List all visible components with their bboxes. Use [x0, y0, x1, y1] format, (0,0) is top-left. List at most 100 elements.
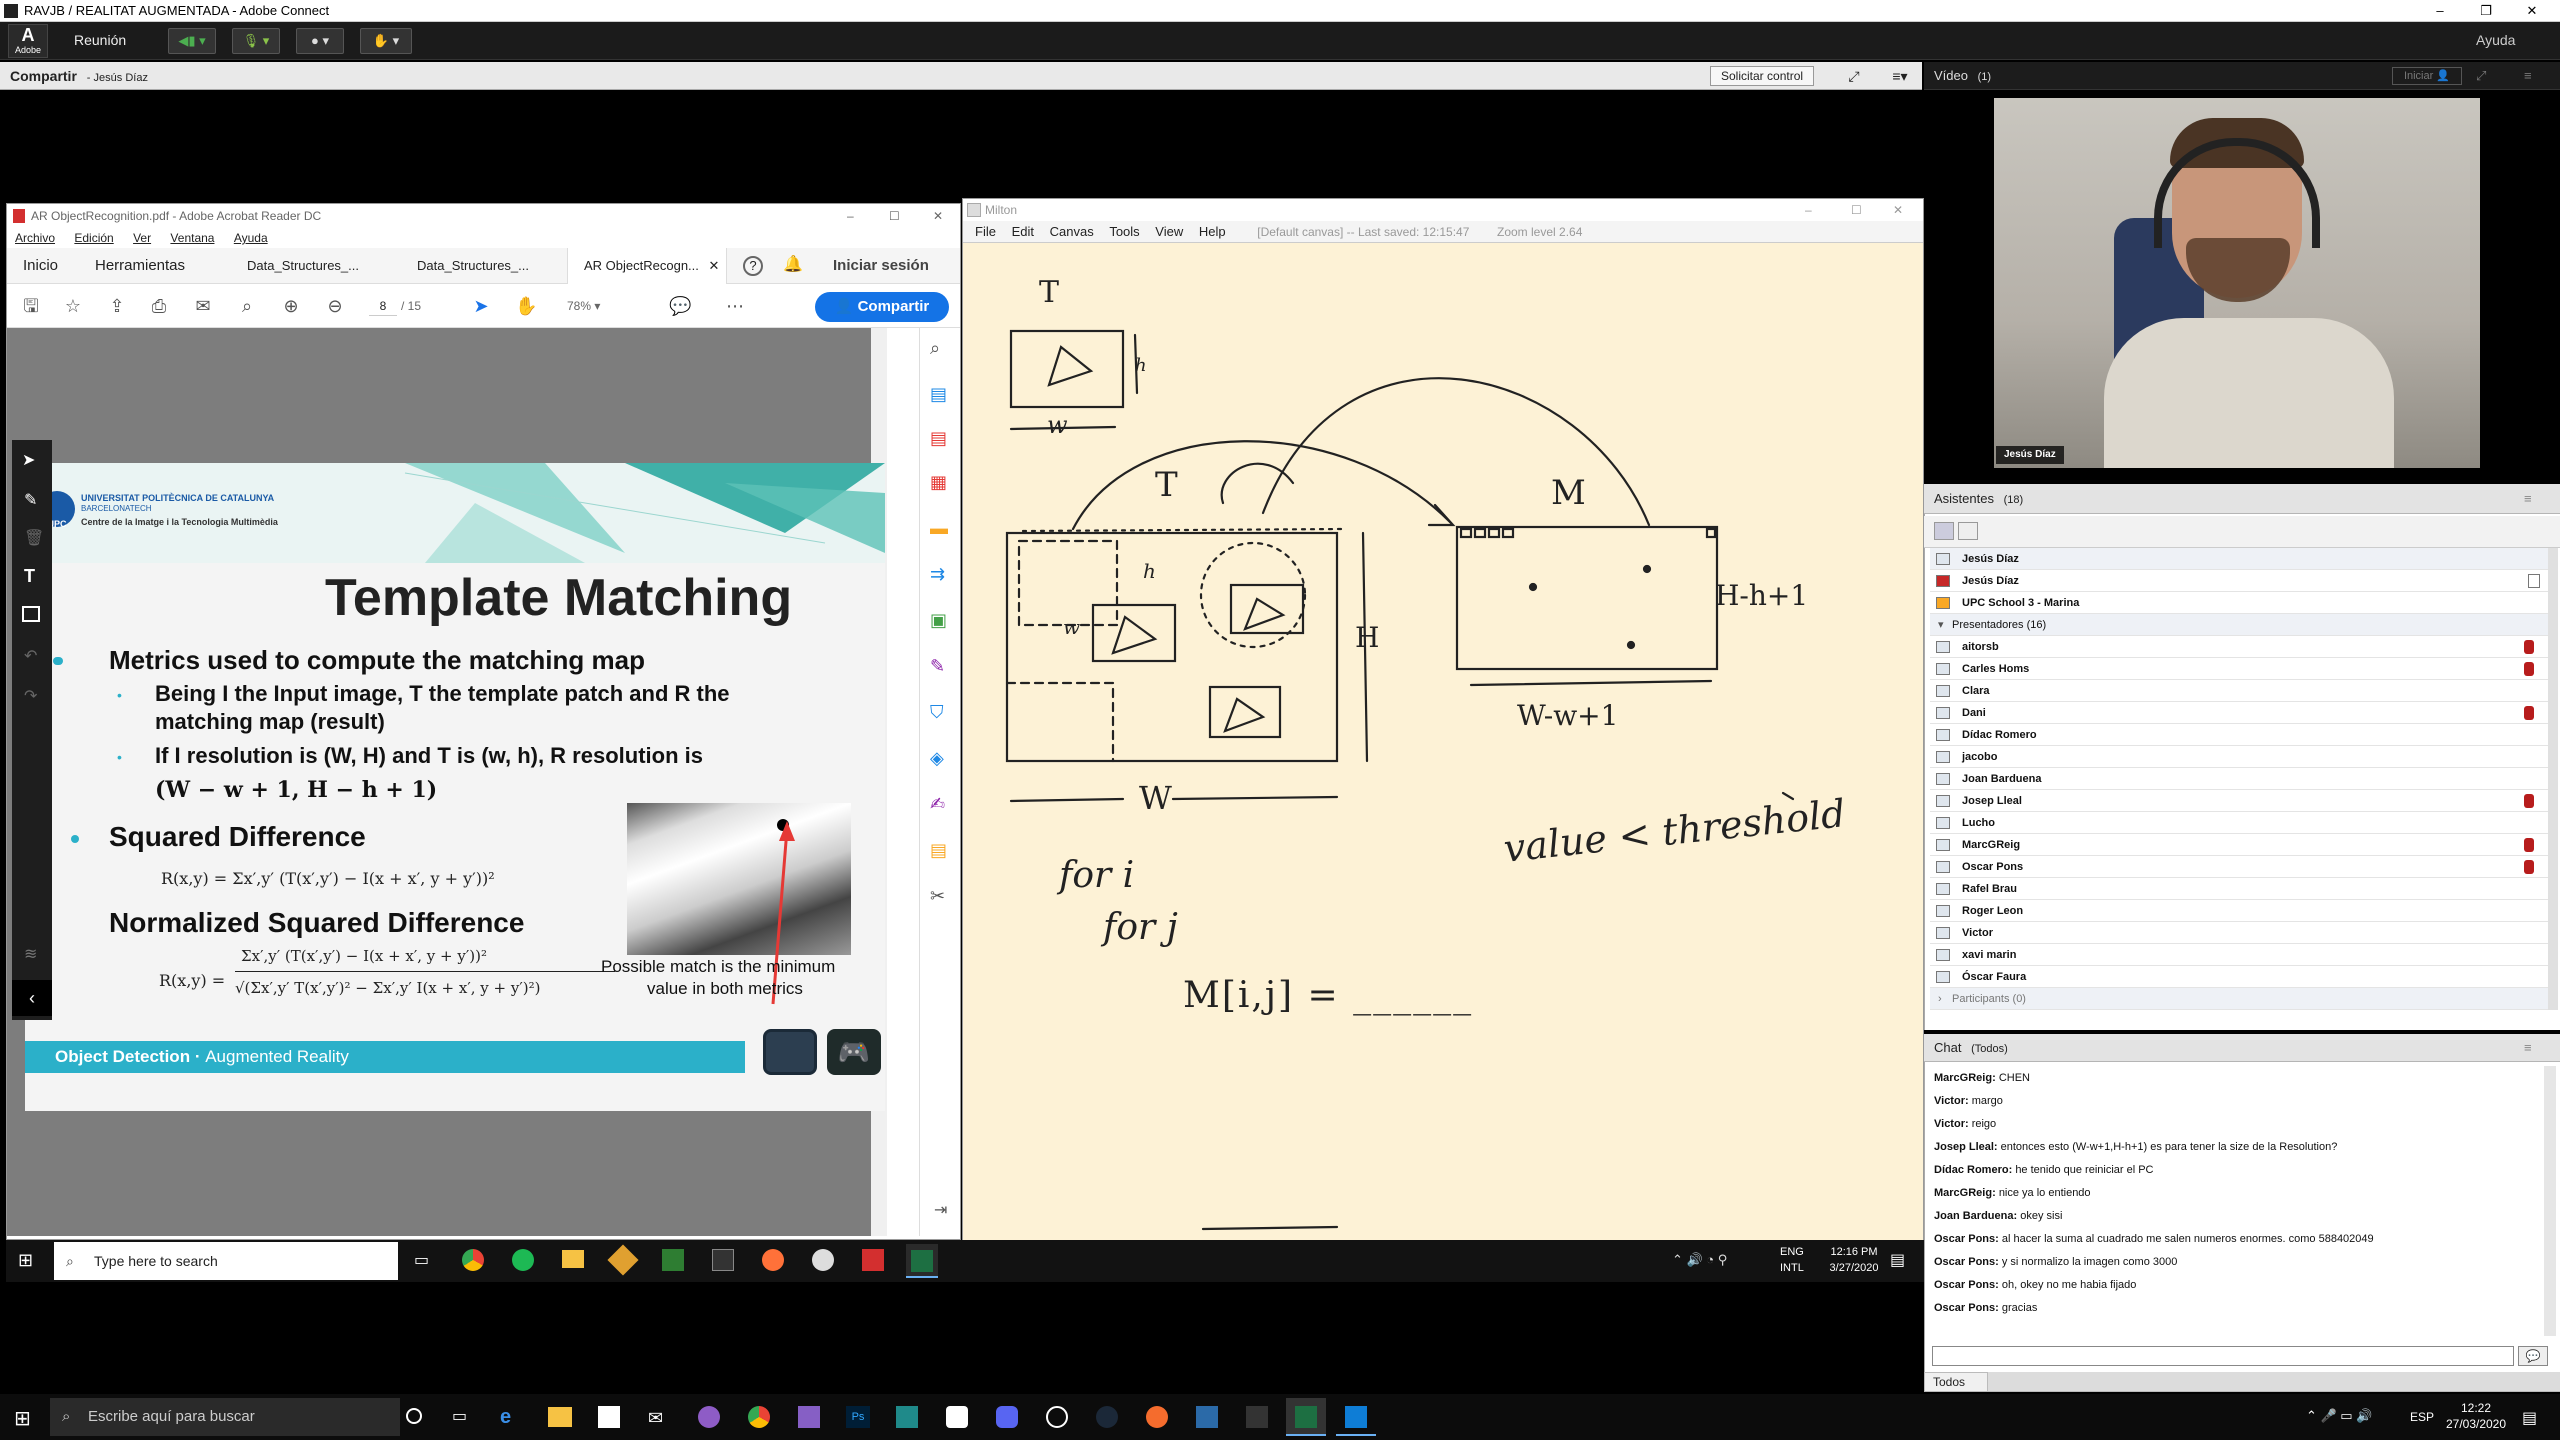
comment-icon[interactable]: 💬	[669, 296, 691, 316]
previous-page-icon[interactable]: ⊕	[281, 296, 301, 316]
bookmark-star-icon[interactable]: ☆	[63, 296, 83, 316]
presenter-row[interactable]: Dani	[1930, 702, 2550, 724]
milton-menu-canvas[interactable]: Canvas	[1050, 224, 1094, 239]
milton-menu-edit[interactable]: Edit	[1012, 224, 1034, 239]
spotify-icon[interactable]	[512, 1249, 534, 1271]
camera-button[interactable]: ● ▾	[296, 28, 344, 54]
chrome-icon[interactable]	[748, 1406, 770, 1428]
acrobat-icon[interactable]	[862, 1249, 884, 1271]
tab-ar-objectrecognition[interactable]: AR ObjectRecogn... ✕	[567, 248, 727, 284]
action-center-icon[interactable]: ▤	[2522, 1408, 2537, 1428]
milton-menu-view[interactable]: View	[1155, 224, 1183, 239]
presenter-row[interactable]: aitorsb	[1930, 636, 2550, 658]
close-tab-icon[interactable]: ✕	[709, 258, 720, 273]
meeting-menu[interactable]: Reunión	[74, 32, 126, 48]
chat-options-icon[interactable]: ≡	[2524, 1034, 2532, 1062]
acrobat-close-button[interactable]: ✕	[933, 204, 943, 228]
chat-scrollbar[interactable]	[2544, 1066, 2556, 1336]
xbox-icon[interactable]	[1046, 1406, 1068, 1428]
speaker-button[interactable]: ◀▮ ▾	[168, 28, 216, 54]
status-view-icon[interactable]	[1958, 522, 1978, 540]
sign-icon[interactable]: ✍	[930, 794, 945, 815]
tab-data-structures-1[interactable]: Data_Structures_...	[247, 248, 359, 284]
text-tool-icon[interactable]: T	[24, 566, 35, 587]
visual-studio-icon[interactable]	[798, 1406, 820, 1428]
bell-icon[interactable]: 🔔	[783, 254, 803, 274]
edge-icon[interactable]: e	[500, 1406, 511, 1429]
tab-herramientas[interactable]: Herramientas	[95, 248, 185, 284]
presenter-row[interactable]: Clara	[1930, 680, 2550, 702]
milton-menu-tools[interactable]: Tools	[1109, 224, 1139, 239]
milton-maximize-button[interactable]: ☐	[1851, 199, 1862, 221]
comment-tool-icon[interactable]: ▬	[930, 518, 948, 539]
tab-data-structures-2[interactable]: Data_Structures_...	[417, 248, 529, 284]
mail-icon[interactable]: ✉	[648, 1408, 663, 1429]
milton-menu-file[interactable]: File	[975, 224, 996, 239]
cortana-icon[interactable]	[406, 1408, 422, 1424]
compress-icon[interactable]: ▣	[930, 610, 947, 631]
print-icon[interactable]: ⎙	[149, 296, 169, 316]
next-page-icon[interactable]: ⊖	[325, 296, 345, 316]
chat-input[interactable]	[1932, 1346, 2514, 1366]
presenter-row[interactable]: Roger Leon	[1930, 900, 2550, 922]
presenter-row[interactable]: xavi marin	[1930, 944, 2550, 966]
presenter-row[interactable]: Joan Barduena	[1930, 768, 2550, 790]
select-cursor-icon[interactable]: ➤	[471, 296, 491, 316]
vscode-icon[interactable]	[1336, 1398, 1376, 1436]
zoom-tool-icon[interactable]: ⌕	[930, 338, 940, 359]
hand-tool-icon[interactable]: ✋	[515, 296, 537, 316]
milton-close-button[interactable]: ✕	[1893, 199, 1903, 221]
app-icon[interactable]	[896, 1406, 918, 1428]
customize-tools-icon[interactable]: ✂	[930, 886, 945, 907]
menu-ver[interactable]: Ver	[133, 231, 151, 245]
taskbar-search-box[interactable]: ⌕ Escribe aquí para buscar	[50, 1398, 400, 1436]
photoshop-icon[interactable]: Ps	[846, 1406, 870, 1428]
steam-icon[interactable]	[1096, 1406, 1118, 1428]
drawing-canvas[interactable]	[963, 243, 1923, 1239]
attendees-options-icon[interactable]: ≡	[2524, 484, 2532, 514]
send-icon[interactable]: ⇉	[930, 564, 945, 585]
attendees-scrollbar[interactable]	[2548, 548, 2558, 1010]
presenter-row[interactable]: Óscar Faura	[1930, 966, 2550, 988]
collapse-toolbar-icon[interactable]: ‹	[12, 980, 52, 1016]
more-icon[interactable]: ⋯	[725, 296, 745, 316]
share-button[interactable]: 👤 Compartir	[815, 292, 949, 322]
keyboard-language[interactable]: ESP	[2410, 1410, 2434, 1424]
pod-options-icon[interactable]: ≡▾	[1890, 66, 1910, 86]
search-icon[interactable]: ⌕	[237, 296, 257, 316]
tab-inicio[interactable]: Inicio	[23, 248, 58, 284]
pencil-icon[interactable]: ✎	[24, 490, 37, 510]
export-icon[interactable]: ▤	[930, 840, 947, 861]
excel-taskbar-icon[interactable]	[1286, 1398, 1326, 1436]
list-view-icon[interactable]	[1934, 522, 1954, 540]
email-icon[interactable]: ✉	[193, 296, 213, 316]
presenter-row[interactable]: MarcGReig	[1930, 834, 2550, 856]
maximize-button[interactable]: ❐	[2466, 0, 2506, 22]
microphone-button[interactable]: 🎙 ▾	[232, 28, 280, 54]
trash-icon[interactable]: 🗑	[24, 528, 44, 548]
presenter-row[interactable]: Oscar Pons	[1930, 856, 2550, 878]
presenters-group-header[interactable]: ▾ Presentadores (16)	[1930, 614, 2550, 636]
pointer-icon[interactable]: ➤	[22, 450, 35, 470]
menu-edicion[interactable]: Edición	[74, 231, 113, 245]
notification-icon[interactable]: ▤	[1890, 1250, 1905, 1270]
participants-group-header[interactable]: › Participants (0)	[1930, 988, 2550, 1010]
milton-minimize-button[interactable]: –	[1805, 199, 1812, 221]
app-icon[interactable]	[946, 1406, 968, 1428]
terminal-icon[interactable]	[712, 1249, 734, 1271]
send-message-button[interactable]: 💬	[2518, 1346, 2548, 1366]
milton-menu-help[interactable]: Help	[1199, 224, 1226, 239]
presenter-row[interactable]: Dídac Romero	[1930, 724, 2550, 746]
upload-icon[interactable]: ⇪	[107, 296, 127, 316]
enhance-scan-icon[interactable]: ◈	[930, 748, 944, 769]
system-tray-icons[interactable]: ⌃ 🎤 ▭ 🔊	[2306, 1408, 2372, 1424]
tray-icons[interactable]: ⌃ 🔊 ◔ ⚲	[1672, 1252, 1727, 1268]
firefox-icon[interactable]	[762, 1249, 784, 1271]
help-menu[interactable]: Ayuda	[2476, 32, 2515, 48]
fullscreen-icon[interactable]: ⤢	[1844, 66, 1864, 86]
shared-search-box[interactable]: ⌕ Type here to search	[54, 1242, 398, 1280]
file-explorer-icon[interactable]	[548, 1407, 572, 1427]
presenter-row[interactable]: Lucho	[1930, 812, 2550, 834]
presenter-row[interactable]: Victor	[1930, 922, 2550, 944]
chrome-icon[interactable]	[462, 1249, 484, 1271]
